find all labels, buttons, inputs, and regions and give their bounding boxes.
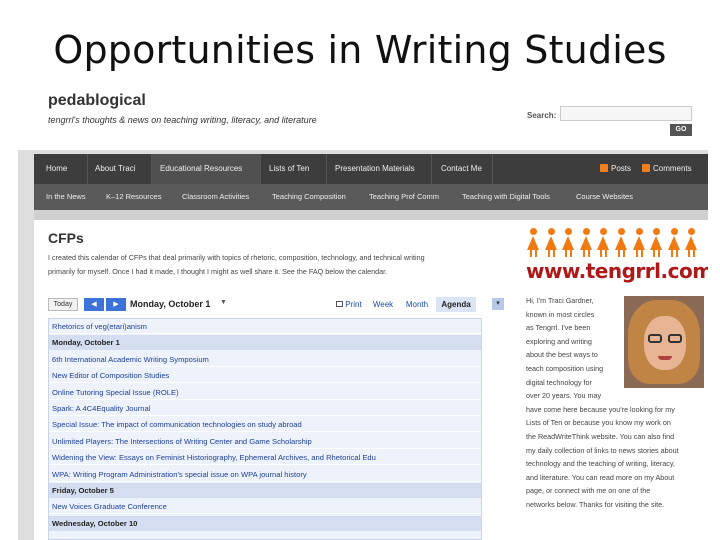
agenda-event[interactable]: WPA: Writing Program Administration's sp… bbox=[49, 467, 481, 482]
comments-feed-label: Comments bbox=[653, 164, 692, 173]
agenda-event[interactable]: Spark: A 4C4Equality Journal bbox=[49, 401, 481, 416]
next-button[interactable]: ▶ bbox=[106, 298, 126, 311]
blog-tagline: tengrrl's thoughts & news on teaching wr… bbox=[48, 115, 317, 125]
agenda-event[interactable]: New Editor of Composition Studies bbox=[49, 368, 481, 384]
nav-divider bbox=[87, 154, 88, 184]
nav-item-presentation-materials[interactable]: Presentation Materials bbox=[335, 154, 415, 184]
nav-item-educational-resources[interactable]: Educational Resources bbox=[152, 154, 260, 184]
agenda-event[interactable]: New Voices Graduate Conference bbox=[49, 499, 481, 515]
agenda-event[interactable]: Special Issue: The impact of communicati… bbox=[49, 417, 481, 433]
subnav-item-k12-resources[interactable]: K–12 Resources bbox=[106, 184, 161, 210]
nav-item-about-traci[interactable]: About Traci bbox=[95, 154, 135, 184]
person-figure-icon bbox=[526, 228, 541, 258]
agenda-list: Rhetorics of veg(etari)anism Monday, Octo… bbox=[48, 318, 482, 540]
avatar bbox=[624, 296, 704, 388]
agenda-event[interactable]: 6th International Academic Writing Sympo… bbox=[49, 352, 481, 367]
agenda-date-header: Friday, October 5 bbox=[49, 483, 481, 498]
bio-line: networks below. Thanks for visiting the … bbox=[526, 500, 665, 509]
bio-line: known in most circles bbox=[526, 309, 595, 319]
bio-line: about the best ways to bbox=[526, 350, 598, 360]
search-go-button[interactable]: GO bbox=[670, 124, 692, 136]
slide-title: Opportunities in Writing Studies bbox=[53, 28, 667, 72]
nav-item-posts-feed[interactable]: Posts bbox=[600, 154, 631, 184]
today-button[interactable]: Today bbox=[48, 298, 78, 311]
intro-text: I created this calendar of CFPs that dea… bbox=[48, 253, 425, 262]
main-content: CFPs I created this calendar of CFPs tha… bbox=[34, 220, 708, 540]
tab-week[interactable]: Week bbox=[368, 297, 398, 312]
date-range-label: Monday, October 1 bbox=[130, 299, 211, 309]
sub-nav: In the News K–12 Resources Classroom Act… bbox=[34, 184, 708, 210]
blog-title[interactable]: pedablogical bbox=[48, 92, 146, 110]
page-title: CFPs bbox=[48, 230, 84, 246]
print-icon bbox=[336, 301, 344, 307]
nav-item-comments-feed[interactable]: Comments bbox=[642, 154, 692, 184]
bio-line: over 20 years. You may bbox=[526, 391, 602, 401]
main-nav: Home About Traci Educational Resources L… bbox=[34, 154, 708, 184]
person-figure-icon bbox=[596, 228, 611, 258]
calendar-toolbar: Today ◀ ▶ Monday, October 1 ▼ Print Week… bbox=[48, 296, 504, 314]
bio-line: Lists of Ten or because you know my work… bbox=[526, 418, 671, 428]
subnav-item-course-websites[interactable]: Course Websites bbox=[576, 184, 633, 210]
print-label: Print bbox=[345, 300, 362, 309]
person-figure-icon bbox=[632, 228, 647, 258]
rss-icon bbox=[642, 164, 650, 172]
person-figure-icon bbox=[561, 228, 576, 258]
print-button[interactable]: Print bbox=[332, 297, 366, 312]
bio-line: and literature. You can read more on my … bbox=[526, 472, 675, 482]
bio-line: my daily collection of links to news sto… bbox=[526, 445, 679, 455]
nav-item-home[interactable]: Home bbox=[46, 154, 67, 184]
bio-line: exploring and writing bbox=[526, 336, 592, 346]
posts-feed-label: Posts bbox=[611, 164, 632, 173]
tab-agenda[interactable]: Agenda bbox=[436, 297, 476, 312]
person-figure-icon bbox=[649, 228, 664, 258]
person-figure-icon bbox=[544, 228, 559, 258]
agenda-event[interactable]: Rhetorics of veg(etari)anism bbox=[49, 319, 481, 334]
subnav-item-teaching-digital-tools[interactable]: Teaching with Digital Tools bbox=[462, 184, 550, 210]
nav-divider bbox=[326, 154, 327, 184]
nav-divider bbox=[431, 154, 432, 184]
person-figure-icon bbox=[684, 228, 699, 258]
subnav-item-classroom-activities[interactable]: Classroom Activities bbox=[182, 184, 249, 210]
tengrrl-banner[interactable]: www.tengrrl.com bbox=[526, 228, 708, 286]
rss-icon bbox=[600, 164, 608, 172]
agenda-date-header: Wednesday, October 10 bbox=[49, 515, 481, 531]
bio-line: have come here because you're looking fo… bbox=[526, 404, 675, 414]
nav-item-contact-me[interactable]: Contact Me bbox=[441, 154, 482, 184]
previous-button[interactable]: ◀ bbox=[84, 298, 104, 311]
tab-month[interactable]: Month bbox=[400, 297, 434, 312]
bio-line: the ReadWriteThink website. You can also… bbox=[526, 432, 675, 441]
divider-band bbox=[34, 210, 708, 220]
subnav-item-teaching-composition[interactable]: Teaching Composition bbox=[272, 184, 346, 210]
bio-line: Hi, I'm Traci Gardner, bbox=[526, 296, 594, 305]
nav-divider bbox=[492, 154, 493, 184]
webpage-screenshot: pedablogical tengrrl's thoughts & news o… bbox=[18, 82, 708, 540]
intro-text: primarily for myself. Once I had it made… bbox=[48, 267, 388, 276]
nav-divider bbox=[260, 154, 261, 184]
masthead: pedablogical tengrrl's thoughts & news o… bbox=[18, 82, 708, 150]
bio-line: as Tengrrl. I've been bbox=[526, 323, 591, 333]
view-dropdown-icon[interactable]: ▾ bbox=[492, 298, 504, 310]
subnav-item-in-the-news[interactable]: In the News bbox=[46, 184, 86, 210]
person-figure-icon bbox=[579, 228, 594, 258]
chevron-down-icon[interactable]: ▼ bbox=[220, 299, 227, 306]
banner-text: www.tengrrl.com bbox=[526, 259, 708, 283]
bio-line: page, or connect with me on one of the bbox=[526, 486, 651, 496]
agenda-date-header: Monday, October 1 bbox=[49, 335, 481, 351]
agenda-event[interactable]: Online Tutoring Special Issue (ROLE) bbox=[49, 385, 481, 400]
agenda-event[interactable]: Widening the View: Essays on Feminist Hi… bbox=[49, 450, 481, 466]
subnav-item-teaching-prof-comm[interactable]: Teaching Prof Comm bbox=[369, 184, 439, 210]
agenda-event[interactable]: Unlimited Players: The Intersections of … bbox=[49, 434, 481, 449]
bio-line: technology and the teaching of writing, … bbox=[526, 459, 675, 469]
person-figure-icon bbox=[614, 228, 629, 258]
search-input[interactable] bbox=[560, 106, 692, 121]
bio-line: teach composition using bbox=[526, 364, 604, 373]
nav-item-lists-of-ten[interactable]: Lists of Ten bbox=[269, 154, 309, 184]
bio-line: digital technology for bbox=[526, 377, 592, 387]
search-label: Search: bbox=[527, 111, 557, 120]
person-figure-icon bbox=[667, 228, 682, 258]
